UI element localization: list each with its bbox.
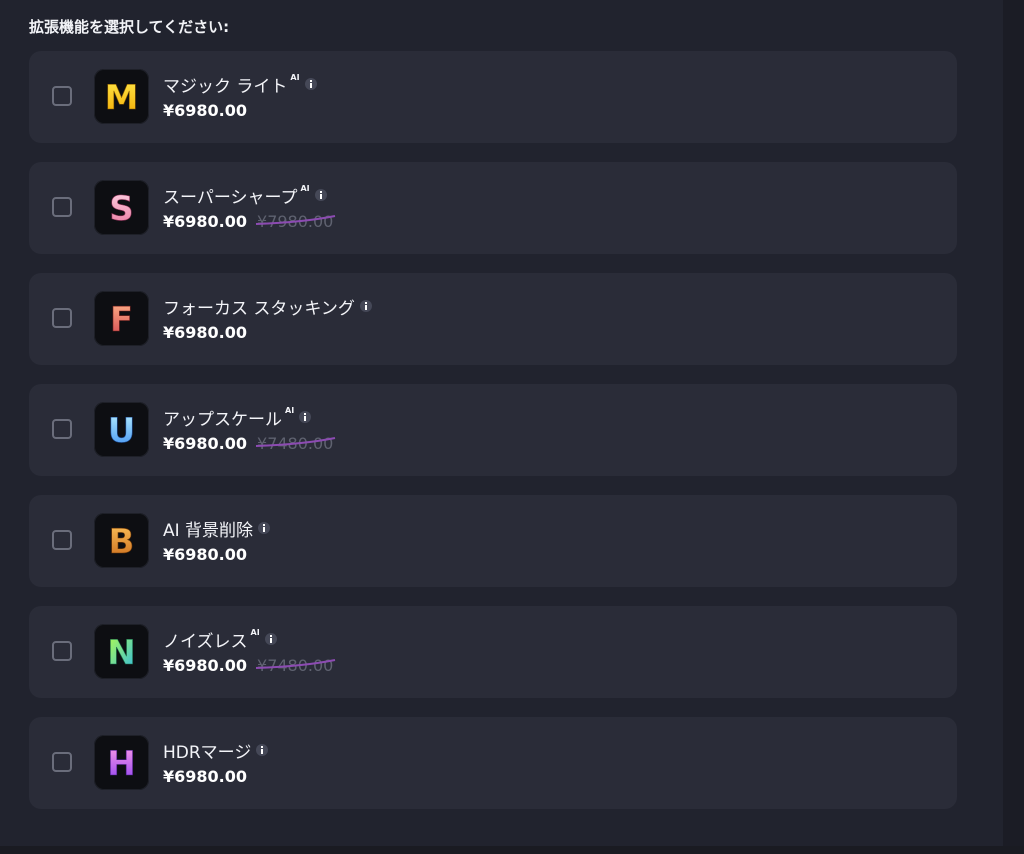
extension-name: ノイズレス — [163, 631, 248, 652]
logo-letter: F — [110, 300, 133, 340]
hdr-merge-logo-icon: H — [94, 735, 149, 790]
bottom-edge — [0, 846, 1024, 854]
extension-selection-page: 拡張機能を選択してください: M マジック ライト AI ¥6980.00 S … — [0, 0, 1024, 854]
extension-card-super-sharp[interactable]: S スーパーシャープ AI ¥6980.00 ¥7980.00 — [29, 162, 957, 254]
extension-name-row: スーパーシャープ AI — [163, 184, 327, 208]
extension-name: スーパーシャープ — [163, 187, 298, 208]
extension-card-focus-stacking[interactable]: F フォーカス スタッキング ¥6980.00 — [29, 273, 957, 365]
logo-letter: B — [109, 522, 135, 562]
current-price: ¥6980.00 — [163, 323, 248, 342]
ai-badge: AI — [250, 628, 260, 637]
strikethrough-mark — [255, 215, 336, 225]
info-icon[interactable] — [304, 78, 317, 90]
extension-card-background-removal[interactable]: B AI 背景削除 ¥6980.00 — [29, 495, 957, 587]
info-icon[interactable] — [359, 300, 372, 312]
info-icon[interactable] — [314, 189, 327, 201]
magic-light-logo-icon: M — [94, 69, 149, 124]
original-price: ¥7480.00 — [255, 656, 336, 675]
extension-name: マジック ライト — [163, 76, 288, 97]
current-price: ¥6980.00 — [163, 767, 248, 786]
price-row: ¥6980.00 ¥7480.00 — [163, 656, 336, 675]
extension-card-hdr-merge[interactable]: H HDRマージ ¥6980.00 — [29, 717, 957, 809]
extension-checkbox[interactable] — [52, 308, 72, 328]
logo-letter: S — [109, 189, 134, 229]
extension-name-row: ノイズレス AI — [163, 628, 277, 652]
price-row: ¥6980.00 — [163, 545, 247, 564]
extension-name-row: フォーカス スタッキング — [163, 295, 372, 319]
super-sharp-logo-icon: S — [94, 180, 149, 235]
extension-checkbox[interactable] — [52, 752, 72, 772]
extension-card-magic-light[interactable]: M マジック ライト AI ¥6980.00 — [29, 51, 957, 143]
info-icon[interactable] — [256, 744, 269, 756]
extension-name-row: マジック ライト AI — [163, 73, 317, 97]
logo-letter: N — [107, 633, 135, 673]
strikethrough-mark — [255, 437, 336, 447]
price-row: ¥6980.00 ¥7980.00 — [163, 212, 336, 231]
extension-name: AI 背景削除 — [163, 520, 254, 541]
extension-name: フォーカス スタッキング — [163, 298, 355, 319]
price-row: ¥6980.00 — [163, 767, 247, 786]
logo-letter: U — [108, 411, 136, 451]
ai-badge: AI — [300, 184, 310, 193]
info-icon[interactable] — [299, 411, 312, 423]
original-price: ¥7980.00 — [255, 212, 336, 231]
extension-checkbox[interactable] — [52, 419, 72, 439]
extension-checkbox[interactable] — [52, 86, 72, 106]
ai-badge: AI — [285, 406, 295, 415]
extension-list: M マジック ライト AI ¥6980.00 S スーパーシャープ AI ¥69… — [29, 51, 957, 828]
current-price: ¥6980.00 — [163, 656, 248, 675]
extension-name: アップスケール — [163, 409, 282, 430]
logo-letter: M — [105, 78, 139, 118]
current-price: ¥6980.00 — [163, 434, 248, 453]
original-price: ¥7480.00 — [255, 434, 336, 453]
focus-stacking-logo-icon: F — [94, 291, 149, 346]
extension-name-row: アップスケール AI — [163, 406, 312, 430]
strikethrough-mark — [255, 659, 336, 669]
extension-checkbox[interactable] — [52, 530, 72, 550]
extension-card-noiseless[interactable]: N ノイズレス AI ¥6980.00 ¥7480.00 — [29, 606, 957, 698]
scrollbar-track[interactable] — [1003, 0, 1024, 846]
extension-card-upscale[interactable]: U アップスケール AI ¥6980.00 ¥7480.00 — [29, 384, 957, 476]
price-row: ¥6980.00 — [163, 323, 247, 342]
current-price: ¥6980.00 — [163, 545, 248, 564]
logo-letter: H — [107, 744, 135, 784]
price-row: ¥6980.00 — [163, 101, 247, 120]
section-heading: 拡張機能を選択してください: — [29, 18, 230, 36]
background-removal-logo-icon: B — [94, 513, 149, 568]
upscale-logo-icon: U — [94, 402, 149, 457]
ai-badge: AI — [290, 73, 300, 82]
info-icon[interactable] — [258, 522, 271, 534]
current-price: ¥6980.00 — [163, 101, 248, 120]
noiseless-logo-icon: N — [94, 624, 149, 679]
price-row: ¥6980.00 ¥7480.00 — [163, 434, 336, 453]
extension-checkbox[interactable] — [52, 197, 72, 217]
extension-name-row: HDRマージ — [163, 739, 269, 763]
extension-name: HDRマージ — [163, 742, 252, 763]
extension-checkbox[interactable] — [52, 641, 72, 661]
extension-name-row: AI 背景削除 — [163, 517, 271, 541]
info-icon[interactable] — [264, 633, 277, 645]
current-price: ¥6980.00 — [163, 212, 248, 231]
